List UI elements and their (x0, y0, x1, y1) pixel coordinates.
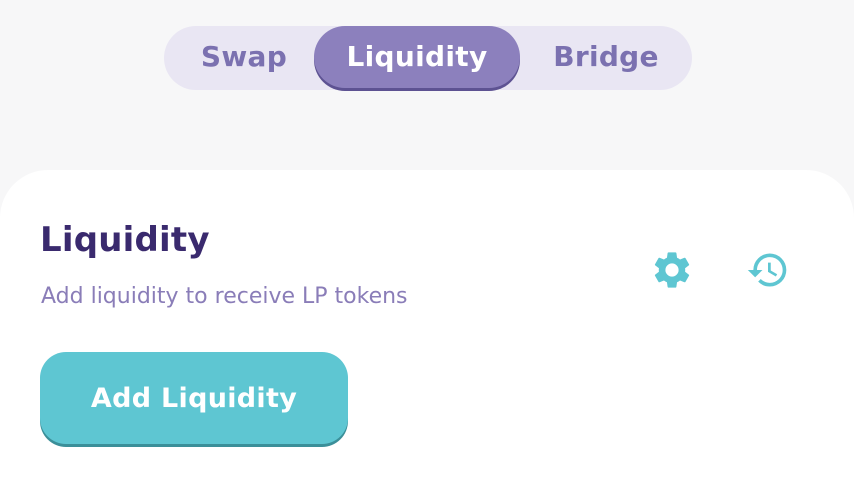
settings-button[interactable] (648, 246, 696, 294)
tab-liquidity[interactable]: Liquidity (314, 26, 520, 88)
card-title: Liquidity (40, 220, 210, 260)
add-liquidity-button[interactable]: Add Liquidity (40, 352, 348, 444)
card-subtitle: Add liquidity to receive LP tokens (41, 284, 408, 309)
history-icon (747, 253, 787, 287)
gear-icon (654, 252, 690, 288)
tab-bridge[interactable]: Bridge (520, 26, 692, 88)
history-button[interactable] (744, 246, 792, 294)
tab-switcher: Swap Liquidity Bridge (164, 26, 692, 90)
tab-swap[interactable]: Swap (174, 26, 314, 88)
page: Swap Liquidity Bridge Liquidity Add liqu… (0, 0, 854, 488)
liquidity-card: Liquidity Add liquidity to receive LP to… (0, 170, 854, 488)
